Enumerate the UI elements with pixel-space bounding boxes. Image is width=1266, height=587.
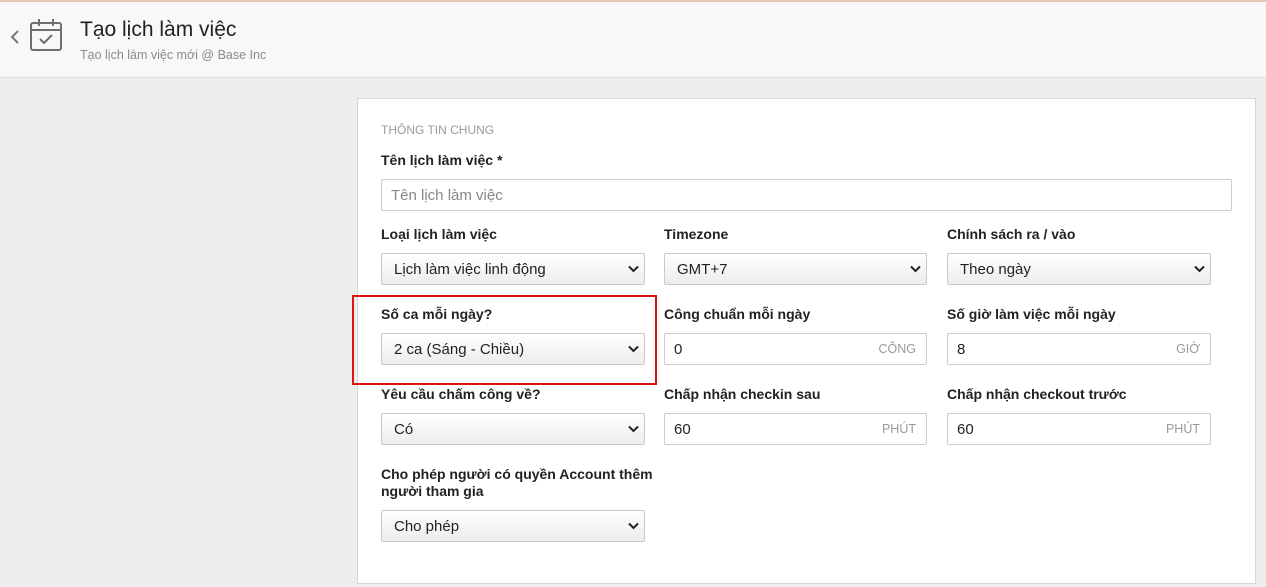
schedule-type-value: Lịch làm việc linh động bbox=[394, 261, 546, 278]
require-checkout-label: Yêu cầu chấm công về? bbox=[381, 386, 541, 402]
checkout-before-label: Chấp nhận checkout trước bbox=[947, 386, 1127, 402]
chevron-down-icon bbox=[628, 425, 639, 433]
allow-account-add-label: Cho phép người có quyền Account thêm bbox=[381, 466, 653, 482]
inout-policy-label: Chính sách ra / vào bbox=[947, 226, 1076, 242]
schedule-type-label: Loại lịch làm việc bbox=[381, 226, 497, 242]
chevron-down-icon bbox=[1194, 265, 1205, 273]
standard-workday-label: Công chuẩn mỗi ngày bbox=[664, 306, 811, 322]
standard-workday-input[interactable]: 0 CÔNG bbox=[664, 333, 927, 365]
hours-per-day-input[interactable]: 8 GIỜ bbox=[947, 333, 1211, 365]
timezone-value: GMT+7 bbox=[677, 261, 728, 278]
checkout-before-value: 60 bbox=[957, 421, 974, 438]
timezone-select[interactable]: GMT+7 bbox=[664, 253, 927, 285]
checkin-after-value: 60 bbox=[674, 421, 691, 438]
schedule-type-select[interactable]: Lịch làm việc linh động bbox=[381, 253, 645, 285]
section-title: THÔNG TIN CHUNG bbox=[381, 123, 495, 137]
hours-per-day-unit: GIỜ bbox=[1176, 342, 1200, 356]
inout-policy-value: Theo ngày bbox=[960, 261, 1031, 278]
chevron-down-icon bbox=[910, 265, 921, 273]
standard-workday-unit: CÔNG bbox=[878, 342, 917, 356]
hours-per-day-label: Số giờ làm việc mỗi ngày bbox=[947, 306, 1116, 322]
hours-per-day-value: 8 bbox=[957, 341, 966, 358]
page-title: Tạo lịch làm việc bbox=[80, 18, 237, 41]
allow-account-add-value: Cho phép bbox=[394, 518, 460, 535]
checkout-before-input[interactable]: 60 PHÚT bbox=[947, 413, 1211, 445]
schedule-name-label: Tên lịch làm việc * bbox=[381, 152, 503, 168]
chevron-down-icon bbox=[628, 522, 639, 530]
require-checkout-select[interactable]: Có bbox=[381, 413, 645, 445]
page-header: Tạo lịch làm việc Tạo lịch làm việc mới … bbox=[0, 2, 1266, 78]
standard-workday-value: 0 bbox=[674, 341, 683, 358]
timezone-label: Timezone bbox=[664, 226, 729, 242]
checkin-after-label: Chấp nhận checkin sau bbox=[664, 386, 821, 402]
checkin-after-unit: PHÚT bbox=[881, 422, 916, 436]
require-checkout-value: Có bbox=[394, 421, 414, 438]
schedule-name-input[interactable] bbox=[381, 179, 1232, 211]
annotation-highlight-box bbox=[352, 295, 657, 385]
page-subtitle: Tạo lịch làm việc mới @ Base Inc bbox=[80, 48, 267, 62]
back-button[interactable] bbox=[7, 26, 23, 48]
chevron-left-icon bbox=[10, 30, 19, 44]
inout-policy-select[interactable]: Theo ngày bbox=[947, 253, 1211, 285]
calendar-check-icon bbox=[29, 18, 63, 52]
allow-account-add-select[interactable]: Cho phép bbox=[381, 510, 645, 542]
chevron-down-icon bbox=[628, 265, 639, 273]
checkin-after-input[interactable]: 60 PHÚT bbox=[664, 413, 927, 445]
checkout-before-unit: PHÚT bbox=[1165, 422, 1200, 436]
allow-account-add-label-line2: người tham gia bbox=[381, 483, 484, 499]
